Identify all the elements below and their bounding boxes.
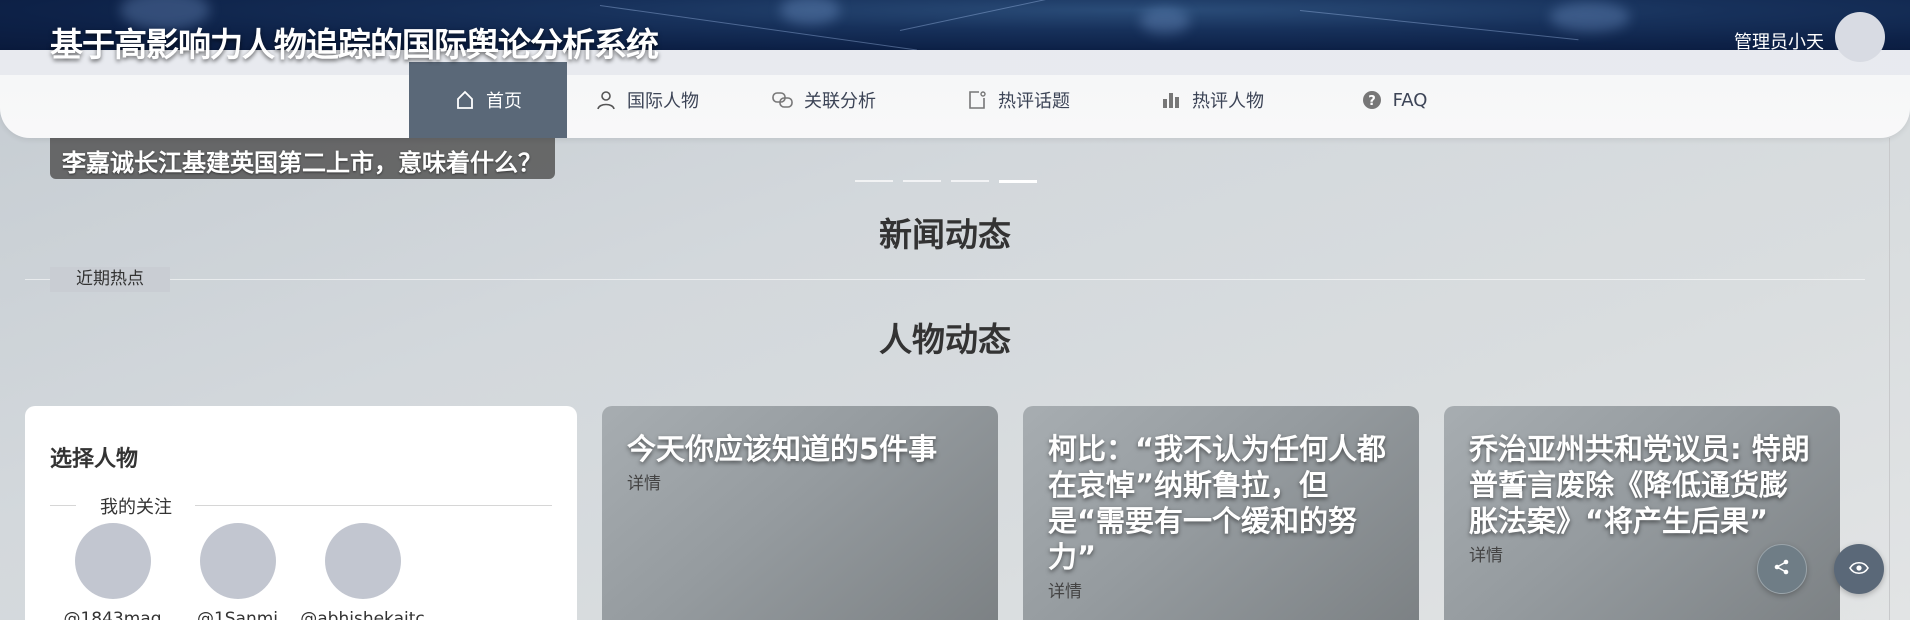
carousel-dot[interactable]: [903, 180, 941, 182]
nav-item-label: 国际人物: [627, 91, 699, 112]
nav-item-label: FAQ: [1392, 89, 1428, 111]
follow-divider: 我的关注: [50, 493, 552, 518]
follow-label: 我的关注: [100, 497, 172, 518]
eye-icon: [1849, 560, 1869, 579]
link-icon: [772, 89, 794, 111]
nav-item-faq[interactable]: ? FAQ: [1309, 62, 1479, 138]
nav-item-international-figures[interactable]: 国际人物: [567, 62, 727, 138]
site-title: 基于高影响力人物追踪的国际舆论分析系统: [50, 25, 659, 64]
nav-item-label: 首页: [486, 91, 522, 112]
divider: [25, 279, 1865, 280]
nav-item-label: 热评话题: [998, 91, 1070, 112]
news-card-title[interactable]: 乔治亚州共和党议员: 特朗普誓言废除《降低通货膨胀法案》“将产生后果”: [1469, 431, 1815, 539]
scrollbar-track[interactable]: [1889, 138, 1890, 620]
avatar[interactable]: [324, 523, 401, 599]
avatar[interactable]: [1835, 12, 1885, 62]
home-icon: [454, 89, 476, 111]
share-icon: [1773, 558, 1791, 580]
svg-text:?: ?: [1368, 94, 1376, 109]
share-button[interactable]: [1757, 544, 1807, 594]
admin-name[interactable]: 管理员小天: [1734, 28, 1824, 54]
person-item[interactable]: @abhishekaitc: [300, 523, 425, 620]
avatar[interactable]: [199, 523, 276, 599]
person-item[interactable]: @1Sanmi: [175, 523, 300, 620]
news-card[interactable]: 柯比：“我不认为任何人都在哀悼”纳斯鲁拉，但是“需要有一个缓和的努力” 详情: [1023, 406, 1419, 620]
carousel-caption[interactable]: 李嘉诚长江基建英国第二上市，意味着什么？: [50, 138, 555, 179]
nav-item-label: 关联分析: [804, 91, 876, 112]
carousel-dot[interactable]: [951, 180, 989, 182]
person-handle[interactable]: @abhishekaitc: [300, 609, 425, 620]
view-button[interactable]: [1834, 544, 1884, 594]
news-card-title[interactable]: 柯比：“我不认为任何人都在哀悼”纳斯鲁拉，但是“需要有一个缓和的努力”: [1048, 431, 1394, 575]
news-card-details-link[interactable]: 详情: [1048, 577, 1394, 602]
news-section-title: 新闻动态: [879, 215, 1011, 254]
followed-people-list: @1843mag @1Sanmi @abhishekaitc: [50, 523, 425, 620]
nav-item-hot-figures[interactable]: 热评人物: [1115, 62, 1309, 138]
person-item[interactable]: @1843mag: [50, 523, 175, 620]
people-section-title: 人物动态: [879, 320, 1011, 359]
avatar[interactable]: [74, 523, 151, 599]
select-person-card: 选择人物 我的关注 @1843mag @1Sanmi @abhishekaitc: [25, 406, 577, 620]
nav-item-hot-topics[interactable]: 热评话题: [921, 62, 1115, 138]
bar-chart-icon: [1160, 89, 1182, 111]
person-handle[interactable]: @1843mag: [63, 609, 161, 620]
question-icon: ?: [1361, 89, 1383, 111]
carousel-indicators: [855, 180, 1037, 183]
nav-item-label: 热评人物: [1192, 91, 1264, 112]
news-card-title[interactable]: 今天你应该知道的5件事: [627, 431, 973, 467]
nav-item-correlation[interactable]: 关联分析: [727, 62, 921, 138]
topic-icon: [966, 89, 988, 111]
person-icon: [595, 89, 617, 111]
carousel-dot-active[interactable]: [999, 180, 1037, 183]
hot-topics-tag[interactable]: 近期热点: [50, 267, 170, 292]
news-card-details-link[interactable]: 详情: [627, 469, 973, 494]
nav-item-home[interactable]: 首页: [409, 62, 567, 138]
news-card[interactable]: 今天你应该知道的5件事 详情: [602, 406, 998, 620]
select-person-title: 选择人物: [50, 447, 139, 472]
person-handle[interactable]: @1Sanmi: [197, 609, 278, 620]
carousel-dot[interactable]: [855, 180, 893, 182]
